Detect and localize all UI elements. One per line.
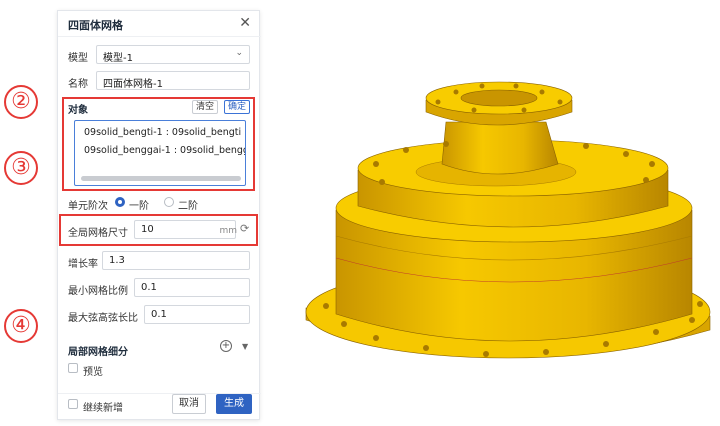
refresh-icon[interactable]: ⟳ (240, 222, 249, 235)
continue-checkbox[interactable] (68, 399, 78, 409)
global-size-unit: mm (219, 226, 237, 236)
min-ratio-input[interactable]: 0.1 (134, 278, 250, 297)
clear-button[interactable]: 清空 (192, 100, 219, 114)
first-order-label: 一阶 (129, 201, 149, 212)
local-refine-label: 局部网格细分 (68, 347, 128, 358)
object-list[interactable]: 09solid_bengti-1 : 09solid_bengti 09soli… (74, 120, 246, 186)
tetra-mesh-dialog: 四面体网格 ✕ 模型 模型-1 ⌄ 名称 四面体网格-1 对象 清空 确定 09… (57, 10, 261, 420)
app-root: ② ③ ④ 四面体网格 ✕ 模型 模型-1 ⌄ 名称 四面体网格-1 对象 清空… (0, 0, 720, 426)
growth-value: 1.3 (109, 255, 125, 266)
annotation-4: ④ (4, 308, 38, 343)
dialog-titlebar: 四面体网格 ✕ (58, 11, 261, 37)
global-size-value: 10 (141, 224, 154, 235)
model-viewport[interactable] (296, 58, 720, 388)
object-list-item[interactable]: 09solid_benggai-1 : 09solid_benggai (84, 145, 245, 156)
name-label: 名称 (68, 79, 88, 90)
continue-label: 继续新增 (83, 403, 123, 414)
radio-first-order[interactable] (115, 197, 125, 207)
model-label: 模型 (68, 53, 88, 64)
min-ratio-label: 最小网格比例 (68, 286, 128, 297)
growth-input[interactable]: 1.3 (102, 251, 250, 270)
generate-button[interactable]: 生成 (216, 394, 252, 414)
model-select[interactable]: 模型-1 ⌄ (96, 45, 250, 64)
radio-second-order[interactable] (164, 197, 174, 207)
global-size-label: 全局网格尺寸 (68, 228, 128, 239)
name-input[interactable]: 四面体网格-1 (96, 71, 250, 90)
max-chord-value: 0.1 (151, 309, 167, 320)
cancel-button[interactable]: 取消 (172, 394, 206, 414)
dialog-title: 四面体网格 (68, 19, 123, 32)
max-chord-label: 最大弦高弦长比 (68, 313, 138, 324)
confirm-button[interactable]: 确定 (224, 100, 251, 114)
annotation-3: ③ (4, 150, 38, 185)
model-select-value: 模型-1 (103, 53, 133, 64)
top-flange (425, 81, 573, 126)
object-label: 对象 (68, 105, 88, 116)
preview-checkbox[interactable] (68, 363, 78, 373)
max-chord-input[interactable]: 0.1 (144, 305, 250, 324)
order-label: 单元阶次 (68, 201, 108, 212)
neck (441, 121, 559, 175)
min-ratio-value: 0.1 (141, 282, 157, 293)
add-icon[interactable]: + (220, 340, 232, 352)
close-icon[interactable]: ✕ (239, 15, 251, 31)
horizontal-scrollbar[interactable] (81, 176, 241, 181)
name-input-value: 四面体网格-1 (103, 79, 163, 90)
caret-down-icon[interactable]: ▼ (242, 342, 248, 351)
chevron-down-icon: ⌄ (235, 48, 243, 58)
object-list-item[interactable]: 09solid_bengti-1 : 09solid_bengti (84, 127, 241, 138)
preview-label: 预览 (83, 367, 103, 378)
annotation-2: ② (4, 84, 38, 119)
second-order-label: 二阶 (178, 201, 198, 212)
growth-label: 增长率 (68, 259, 98, 270)
